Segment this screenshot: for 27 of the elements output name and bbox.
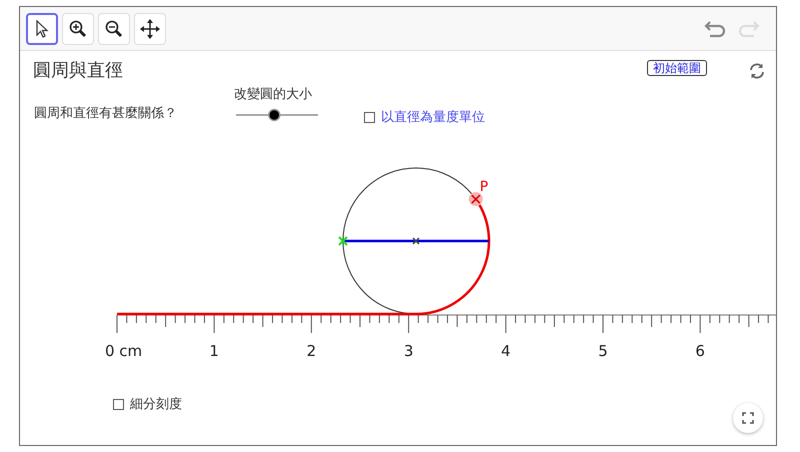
ruler-label: 5: [598, 342, 608, 360]
checkbox[interactable]: [364, 112, 375, 124]
endpoint-marker: [338, 236, 348, 246]
fullscreen-icon: [742, 412, 754, 424]
ruler-label: 6: [695, 342, 705, 360]
point-marker[interactable]: [468, 192, 483, 206]
checkbox[interactable]: [113, 399, 124, 410]
ruler-label: 2: [306, 342, 316, 360]
fullscreen-button[interactable]: [733, 403, 763, 433]
question-text: 圓周和直徑有甚麼關係？: [34, 106, 177, 122]
checkbox-label: 以直徑為量度單位: [381, 110, 485, 126]
title: 圓周與直徑: [33, 60, 123, 82]
size-slider[interactable]: [236, 107, 318, 123]
slider-label: 改變圓的大小: [234, 87, 312, 103]
zoom-in-icon: [67, 18, 89, 40]
ruler-label: 1: [209, 342, 219, 360]
move-arrows-icon: [139, 18, 161, 40]
zoom-out-icon: [103, 18, 125, 40]
slider-thumb[interactable]: [268, 108, 281, 122]
checkbox-label: 細分刻度: [130, 397, 182, 413]
point-label: P: [480, 179, 488, 196]
ruler-label: 3: [404, 342, 414, 360]
ruler-label: 0 cm: [105, 342, 142, 360]
center-marker: [412, 237, 420, 245]
reset-view-button[interactable]: 初始範圍: [647, 60, 707, 76]
ruler-label: 4: [501, 342, 511, 360]
tool-button[interactable]: [26, 12, 58, 44]
